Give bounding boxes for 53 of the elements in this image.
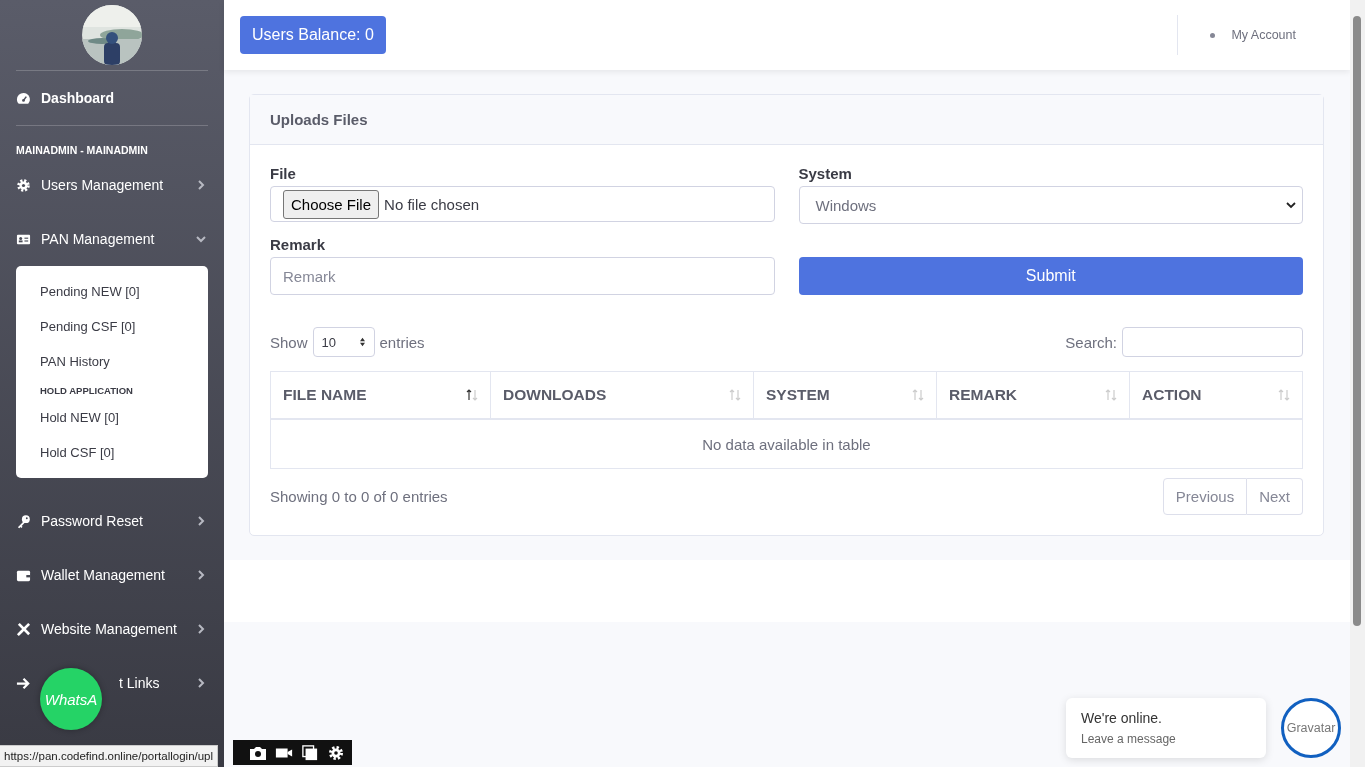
copy-icon[interactable]	[301, 744, 319, 761]
balance-button[interactable]: Users Balance: 0	[240, 16, 386, 54]
column-header[interactable]: DOWNLOADS	[490, 371, 754, 419]
file-input[interactable]: Choose File No file chosen	[270, 186, 775, 222]
field-label: Remark	[270, 236, 327, 253]
field-label: System	[798, 165, 853, 182]
arrow-right-icon	[16, 675, 31, 691]
chat-bubble[interactable]: We're online. Leave a message	[1066, 698, 1266, 758]
show-label: Show	[270, 333, 308, 351]
submenu-heading: HOLD APPLICATION	[39, 384, 134, 398]
camera-icon[interactable]	[249, 744, 267, 761]
column-header[interactable]: SYSTEM	[753, 371, 937, 419]
sidebar-item[interactable]: Password Reset	[41, 513, 143, 529]
sidebar-item[interactable]: PAN Management	[41, 231, 155, 247]
previous-button[interactable]: Previous	[1162, 478, 1248, 515]
submenu-item[interactable]: Pending CSF [0]	[16, 309, 208, 344]
account-link[interactable]: My Account	[1231, 28, 1296, 42]
column-header[interactable]: ACTION	[1129, 371, 1303, 419]
spinner-arrows-icon	[358, 337, 366, 347]
search-label: Search:	[1065, 333, 1117, 351]
sidebar-item[interactable]: Users Management	[41, 177, 164, 193]
bullet-icon	[1210, 32, 1216, 38]
key-icon	[16, 513, 31, 529]
sidebar-item[interactable]: Dashboard	[16, 71, 208, 125]
next-button[interactable]: Next	[1247, 478, 1303, 515]
gear-icon	[16, 177, 31, 193]
settings-icon[interactable]	[327, 744, 345, 761]
card-title: Uploads Files	[270, 111, 368, 128]
submenu-item[interactable]: Hold NEW [0]	[16, 400, 208, 435]
submenu-item[interactable]: Hold CSF [0]	[16, 435, 208, 470]
search-field[interactable]	[1122, 327, 1303, 357]
submit-button[interactable]: Submit	[798, 257, 1303, 295]
sidebar-item[interactable]: Website Management	[41, 621, 177, 637]
sidebar-heading: MAINADMIN - MAINADMIN	[16, 143, 149, 158]
status-url: https://pan.codefind.online/portallogin/upl	[0, 745, 219, 767]
entries-select[interactable]: 10	[312, 327, 375, 357]
sidebar-item[interactable]: Wallet Management	[41, 567, 165, 583]
field-label: File	[270, 165, 297, 182]
scrollbar[interactable]	[1350, 0, 1365, 767]
system-select[interactable]: Windows	[798, 186, 1303, 224]
submenu-item[interactable]: Pending NEW [0]	[16, 274, 208, 309]
empty-message: No data available in table	[270, 419, 1303, 469]
chat-subtitle: Leave a message	[1081, 732, 1177, 746]
tools-icon	[16, 621, 31, 637]
remark-field[interactable]: Remark	[270, 257, 775, 295]
column-header[interactable]: REMARK	[936, 371, 1130, 419]
column-header[interactable]: FILE NAME	[270, 371, 491, 419]
gauge-icon	[16, 90, 31, 106]
entries-label: entries	[379, 333, 425, 351]
submenu-item[interactable]: PAN History	[16, 344, 208, 379]
sidebar-item[interactable]: t Links	[119, 675, 160, 691]
chat-title: We're online.	[1081, 710, 1163, 726]
table-info: Showing 0 to 0 of 0 entries	[270, 488, 448, 505]
